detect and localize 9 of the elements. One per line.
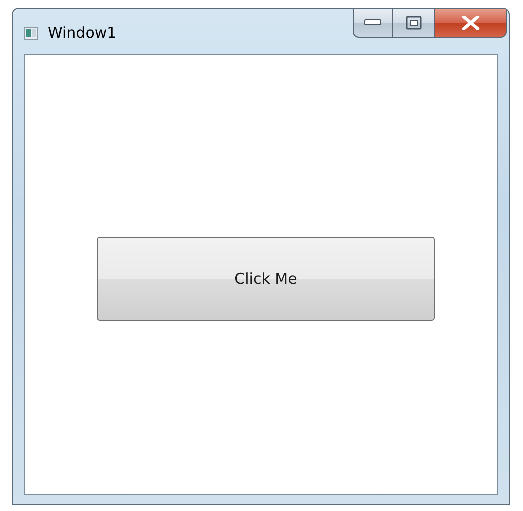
click-me-button[interactable]: Click Me [97,237,435,321]
close-button[interactable] [435,9,507,38]
minimize-button[interactable] [353,9,393,38]
window-title: Window1 [48,24,117,42]
minimize-icon [364,19,382,27]
window-icon [24,26,38,40]
maximize-icon [406,16,422,30]
maximize-button[interactable] [393,9,435,38]
close-icon [460,16,480,30]
